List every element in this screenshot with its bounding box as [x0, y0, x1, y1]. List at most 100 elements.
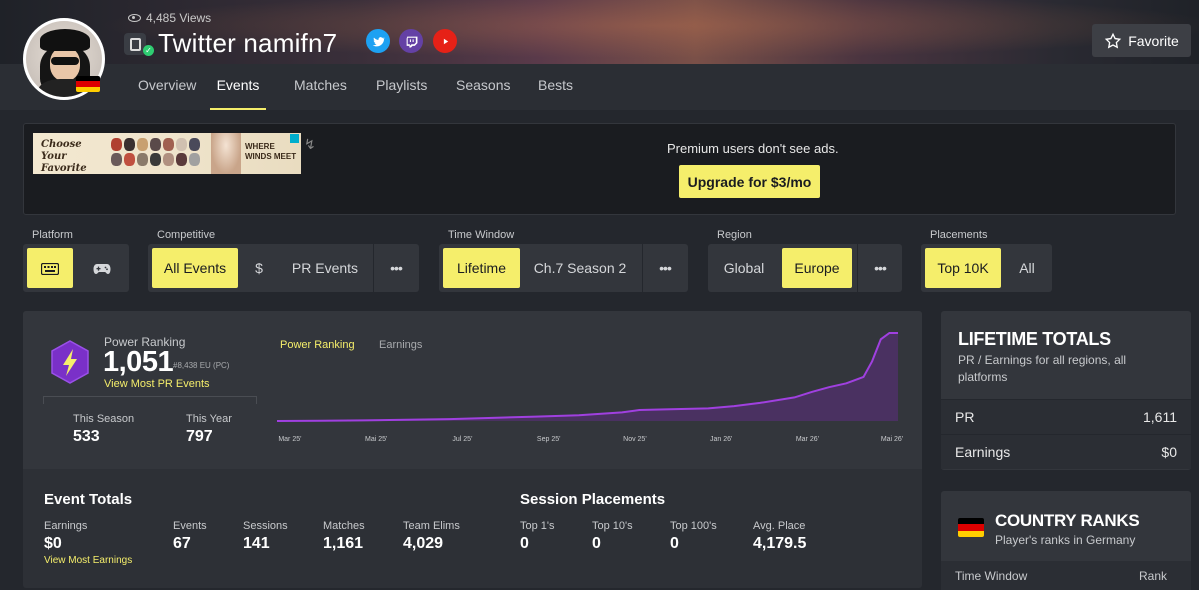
competitive-label: Competitive — [157, 229, 216, 241]
region-filter: Global Europe ••• — [708, 244, 902, 292]
competitive-more-button[interactable]: ••• — [376, 248, 416, 288]
tab-overview[interactable]: Overview — [138, 64, 196, 110]
lifetime-pr-label: PR — [955, 409, 975, 425]
team-elims-value: 4,029 — [403, 535, 444, 552]
region-label: Region — [717, 229, 752, 241]
tab-seasons[interactable]: Seasons — [456, 64, 510, 110]
team-elims-label: Team Elims — [403, 520, 460, 532]
placements-label: Placements — [930, 229, 988, 241]
x-tick-label: Mar 25' — [278, 436, 301, 443]
germany-flag-icon — [76, 76, 100, 92]
top-10k-option[interactable]: Top 10K — [925, 248, 1001, 288]
eye-icon — [128, 14, 141, 22]
power-ranking-chart: Mar 25' Mai 25' Jul 25' Sep 25' Nov 25' Jan 2… — [276, 332, 903, 443]
ad-text-right: WHERE WINDS MEET — [245, 142, 297, 161]
tab-events[interactable]: Events — [210, 64, 266, 110]
events-label: Events — [173, 520, 207, 532]
tab-matches[interactable]: Matches — [294, 64, 347, 110]
top-100s-label: Top 100's — [670, 520, 717, 532]
pr-value: 1,051 — [103, 346, 174, 378]
events-main-panel: Power Ranking 1,051 #8,438 EU (PC) View … — [23, 311, 922, 588]
time-window-more-button[interactable]: ••• — [645, 248, 685, 288]
earnings-label: Earnings — [44, 520, 88, 532]
top-10s-value: 0 — [592, 535, 601, 552]
x-tick-label: Nov 25' — [623, 436, 647, 443]
platform-filter — [23, 244, 129, 292]
favorite-label: Favorite — [1128, 32, 1179, 49]
all-placements-option[interactable]: All — [1007, 248, 1047, 288]
platform-label: Platform — [32, 229, 73, 241]
events-value: 67 — [173, 535, 191, 552]
power-ranking-section: Power Ranking 1,051 #8,438 EU (PC) View … — [23, 311, 922, 469]
view-most-pr-events-link[interactable]: View Most PR Events — [104, 378, 210, 390]
tab-playlists[interactable]: Playlists — [376, 64, 427, 110]
youtube-icon[interactable] — [433, 29, 457, 53]
ad-mask-grid — [111, 138, 211, 166]
country-ranks-panel: COUNTRY RANKS Player's ranks in Germany … — [941, 491, 1191, 590]
power-ranking-hex-icon — [51, 340, 89, 384]
x-tick-label: Mai 26' — [881, 436, 903, 443]
avg-place-value: 4,179.5 — [753, 535, 807, 552]
ad-text-left: Choose Your Favorite Mask — [41, 139, 87, 174]
controller-option[interactable] — [79, 248, 125, 288]
upgrade-button[interactable]: Upgrade for $3/mo — [679, 165, 820, 198]
lifetime-totals-subtitle: PR / Earnings for all regions, all platf… — [958, 353, 1127, 384]
pr-events-option[interactable]: PR Events — [280, 248, 370, 288]
country-ranks-header: Time Window Rank — [941, 561, 1191, 590]
avg-place-label: Avg. Place — [753, 520, 806, 532]
sessions-value: 141 — [243, 535, 270, 552]
this-season-value: 533 — [73, 428, 100, 445]
x-tick-label: Jul 25' — [452, 436, 472, 443]
verified-icon: ✓ — [143, 45, 154, 56]
ad-logo-icon: ↯ — [304, 136, 316, 152]
ad-block: Choose Your Favorite Mask WHERE WINDS ME… — [23, 123, 1176, 215]
ad-info-icon[interactable] — [290, 134, 299, 143]
time-window-label: Time Window — [448, 229, 515, 241]
rank-column: Rank — [1138, 569, 1167, 583]
view-most-earnings-link[interactable]: View Most Earnings — [44, 555, 132, 566]
premium-text: Premium users don't see ads. — [667, 141, 839, 156]
twitter-icon[interactable] — [366, 29, 390, 53]
lifetime-option[interactable]: Lifetime — [443, 248, 520, 288]
lifetime-pr-row: PR 1,611 — [941, 399, 1191, 434]
tab-bests[interactable]: Bests — [538, 64, 573, 110]
x-tick-label: Sep 25' — [537, 436, 561, 443]
view-count: 4,485 Views — [128, 11, 211, 25]
event-totals-title: Event Totals — [44, 491, 133, 508]
lifetime-earnings-label: Earnings — [955, 444, 1011, 460]
keyboard-icon — [40, 263, 60, 276]
germany-flag-icon — [958, 518, 984, 537]
x-tick-label: Mai 25' — [365, 436, 387, 443]
lifetime-pr-value: 1,611 — [1143, 409, 1177, 425]
ad-banner[interactable]: Choose Your Favorite Mask WHERE WINDS ME… — [33, 133, 301, 174]
season-option[interactable]: Ch.7 Season 2 — [525, 248, 635, 288]
player-name: Twitter namifn7 — [158, 28, 338, 58]
view-count-text: 4,485 Views — [146, 11, 212, 25]
keyboard-option[interactable] — [27, 248, 73, 288]
placements-filter: Top 10K All — [921, 244, 1052, 292]
controller-icon — [93, 264, 111, 275]
region-more-button[interactable]: ••• — [860, 248, 900, 288]
competitive-filter: All Events $ PR Events ••• — [148, 244, 419, 292]
pr-regional-rank: #8,438 EU (PC) — [173, 361, 230, 370]
global-option[interactable]: Global — [712, 248, 776, 288]
this-season-label: This Season — [73, 413, 135, 425]
lifetime-earnings-value: $0 — [1161, 444, 1177, 460]
money-events-option[interactable]: $ — [244, 248, 274, 288]
lifetime-totals-panel: LIFETIME TOTALS PR / Earnings for all re… — [941, 311, 1191, 470]
profile-nav: Overview Events Matches Playlists Season… — [0, 64, 1199, 110]
europe-option[interactable]: Europe — [782, 248, 852, 288]
x-tick-label: Jan 26' — [710, 436, 732, 443]
favorite-button[interactable]: Favorite — [1092, 24, 1191, 57]
time-window-filter: Lifetime Ch.7 Season 2 ••• — [439, 244, 688, 292]
country-ranks-subtitle: Player's ranks in Germany — [995, 533, 1136, 547]
twitch-icon[interactable] — [399, 29, 423, 53]
star-icon — [1105, 32, 1122, 48]
chart-area — [277, 333, 898, 421]
all-events-option[interactable]: All Events — [152, 248, 238, 288]
time-window-column: Time Window — [955, 569, 1028, 583]
this-year-label: This Year — [186, 413, 232, 425]
ad-figure — [211, 133, 241, 174]
top-100s-value: 0 — [670, 535, 679, 552]
matches-value: 1,161 — [323, 535, 364, 552]
